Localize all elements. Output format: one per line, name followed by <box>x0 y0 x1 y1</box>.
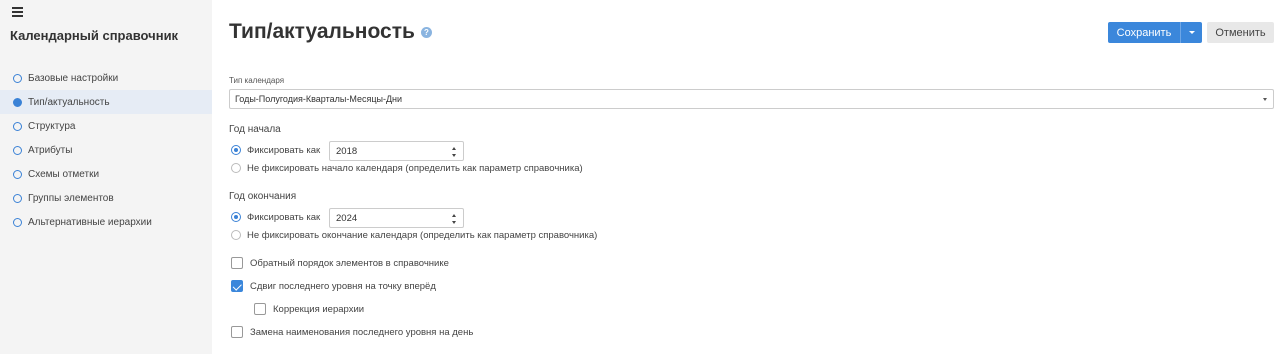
end-year-fix-radio[interactable] <box>231 212 241 222</box>
caret-down-icon <box>1188 31 1195 34</box>
radio-dot-icon <box>13 193 22 203</box>
rename-last-level-label: Замена наименования последнего уровня на… <box>250 327 474 338</box>
save-options-dropdown[interactable] <box>1180 22 1202 43</box>
sidebar-item-attributes[interactable]: Атрибуты <box>0 138 212 162</box>
radio-dot-icon <box>13 121 22 131</box>
help-icon[interactable]: ? <box>421 27 432 38</box>
caret-down-icon <box>1263 98 1267 101</box>
start-year-fix-radio[interactable] <box>231 145 241 155</box>
calendar-type-select[interactable]: Годы-Полугодия-Кварталы-Месяцы-Дни <box>229 89 1274 109</box>
menu-icon[interactable] <box>12 7 23 17</box>
start-year-nofix-radio[interactable] <box>231 163 241 173</box>
sidebar-title: Календарный справочник <box>10 28 179 43</box>
radio-dot-icon <box>13 97 22 107</box>
shift-last-level-label: Сдвиг последнего уровня на точку вперёд <box>250 281 436 292</box>
calendar-type-value: Годы-Полугодия-Кварталы-Месяцы-Дни <box>235 94 403 104</box>
hierarchy-correction-checkbox[interactable] <box>254 303 266 315</box>
start-year-label: Год начала <box>229 124 281 135</box>
end-year-nofix-radio[interactable] <box>231 230 241 240</box>
page-title: Тип/актуальность <box>229 20 415 43</box>
reverse-order-label: Обратный порядок элементов в справочнике <box>250 258 449 269</box>
hierarchy-correction-label: Коррекция иерархии <box>273 304 365 315</box>
end-year-label: Год окончания <box>229 191 297 202</box>
end-year-value: 2024 <box>336 212 358 224</box>
sidebar-item-label: Тип/актуальность <box>28 96 110 108</box>
sidebar-item-label: Схемы отметки <box>28 168 100 180</box>
sidebar-item-basic-settings[interactable]: Базовые настройки <box>0 66 212 90</box>
sidebar-nav: Базовые настройки Тип/актуальность Струк… <box>0 66 212 234</box>
cancel-button[interactable]: Отменить <box>1207 22 1274 43</box>
start-year-stepper[interactable]: 2018 <box>329 141 464 161</box>
sidebar-item-label: Альтернативные иерархии <box>28 216 152 228</box>
reverse-order-checkbox[interactable] <box>231 257 243 269</box>
sidebar-item-label: Структура <box>28 120 76 132</box>
sidebar-item-marking-schemes[interactable]: Схемы отметки <box>0 162 212 186</box>
radio-dot-icon <box>13 217 22 227</box>
sidebar: Календарный справочник Базовые настройки… <box>0 0 212 354</box>
radio-dot-icon <box>13 145 22 155</box>
up-down-arrows-icon <box>452 214 457 224</box>
sidebar-item-label: Базовые настройки <box>28 72 119 84</box>
radio-dot-icon <box>13 73 22 83</box>
start-year-value: 2018 <box>336 145 358 157</box>
up-down-arrows-icon <box>452 147 457 157</box>
end-year-nofix-label: Не фиксировать окончание календаря (опре… <box>247 230 598 241</box>
start-year-nofix-label: Не фиксировать начало календаря (определ… <box>247 163 583 174</box>
shift-last-level-checkbox[interactable] <box>231 280 243 292</box>
rename-last-level-checkbox[interactable] <box>231 326 243 338</box>
sidebar-item-type-relevance[interactable]: Тип/актуальность <box>0 90 212 114</box>
radio-dot-icon <box>13 169 22 179</box>
save-button[interactable]: Сохранить <box>1108 22 1180 43</box>
sidebar-item-element-groups[interactable]: Группы элементов <box>0 186 212 210</box>
calendar-type-label: Тип календаря <box>229 76 285 85</box>
sidebar-item-label: Атрибуты <box>28 144 73 156</box>
sidebar-item-structure[interactable]: Структура <box>0 114 212 138</box>
end-year-stepper[interactable]: 2024 <box>329 208 464 228</box>
sidebar-item-alt-hierarchies[interactable]: Альтернативные иерархии <box>0 210 212 234</box>
sidebar-item-label: Группы элементов <box>28 192 114 204</box>
end-year-fix-label: Фиксировать как <box>247 212 321 223</box>
start-year-fix-label: Фиксировать как <box>247 145 321 156</box>
